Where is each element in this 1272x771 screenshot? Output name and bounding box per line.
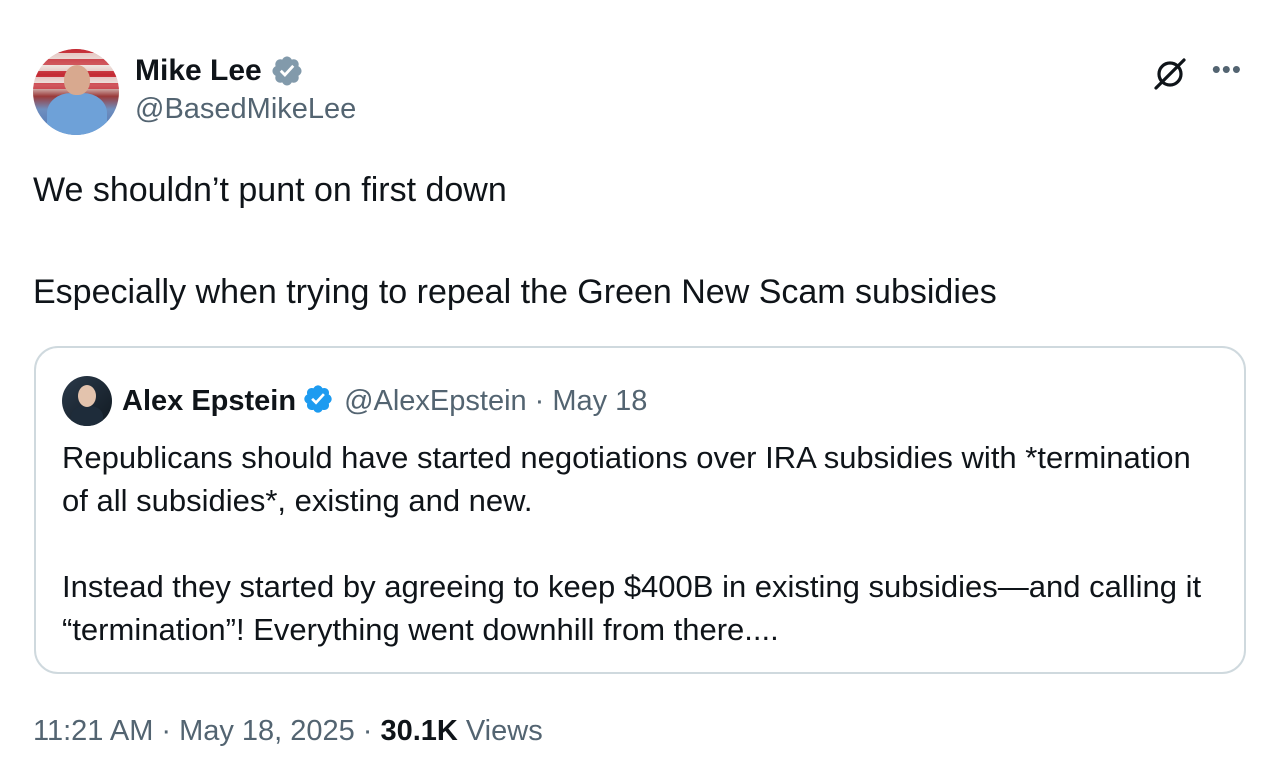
quoted-tweet-header: Alex Epstein @AlexEpstein · May 18 — [62, 376, 647, 426]
more-icon[interactable]: ••• — [1212, 56, 1242, 87]
author-display-name[interactable]: Mike Lee — [135, 54, 262, 88]
tweet-paragraph: We shouldn’t punt on first down — [33, 171, 507, 209]
quoted-avatar-body — [71, 406, 103, 426]
quoted-tweet-paragraph: Instead they started by agreeing to keep… — [62, 569, 1202, 647]
quoted-author-avatar[interactable] — [62, 376, 112, 426]
blue-verified-icon — [302, 383, 334, 420]
views-label: Views — [465, 715, 543, 747]
footer-separator: · — [362, 715, 373, 747]
quoted-meta-separator: · — [534, 384, 545, 417]
quoted-tweet-date[interactable]: May 18 — [552, 385, 647, 418]
footer-separator: · — [161, 715, 172, 747]
author-handle[interactable]: @BasedMikeLee — [135, 93, 356, 126]
avatar-body — [47, 93, 107, 135]
tweet-paragraph: Especially when trying to repeal the Gre… — [33, 273, 997, 311]
tweet-actions-top: ••• — [1150, 53, 1242, 93]
author-avatar[interactable] — [33, 49, 119, 135]
tweet-header: Mike Lee @BasedMikeLee ••• — [33, 49, 1242, 139]
quoted-tweet-paragraph: Republicans should have started negotiat… — [62, 440, 1191, 518]
tweet-footer: 11:21 AM · May 18, 2025 · 30.1K Views — [33, 715, 543, 748]
quoted-avatar-head — [78, 385, 96, 407]
grok-icon[interactable] — [1150, 53, 1190, 93]
avatar-head — [64, 65, 90, 95]
tweet-time[interactable]: 11:21 AM — [33, 715, 153, 748]
gray-verified-icon — [272, 56, 302, 86]
tweet-body: We shouldn’t punt on first down Especial… — [33, 170, 1233, 312]
quoted-tweet-body: Republicans should have started negotiat… — [62, 436, 1222, 651]
author-name-block: Mike Lee @BasedMikeLee — [135, 53, 356, 126]
views-count: 30.1K — [380, 715, 458, 747]
tweet-date[interactable]: May 18, 2025 — [179, 715, 355, 748]
quoted-tweet-card[interactable]: Alex Epstein @AlexEpstein · May 18 Repub… — [34, 346, 1246, 674]
quoted-author-handle[interactable]: @AlexEpstein — [344, 385, 527, 418]
quoted-author-display-name[interactable]: Alex Epstein — [122, 385, 296, 418]
